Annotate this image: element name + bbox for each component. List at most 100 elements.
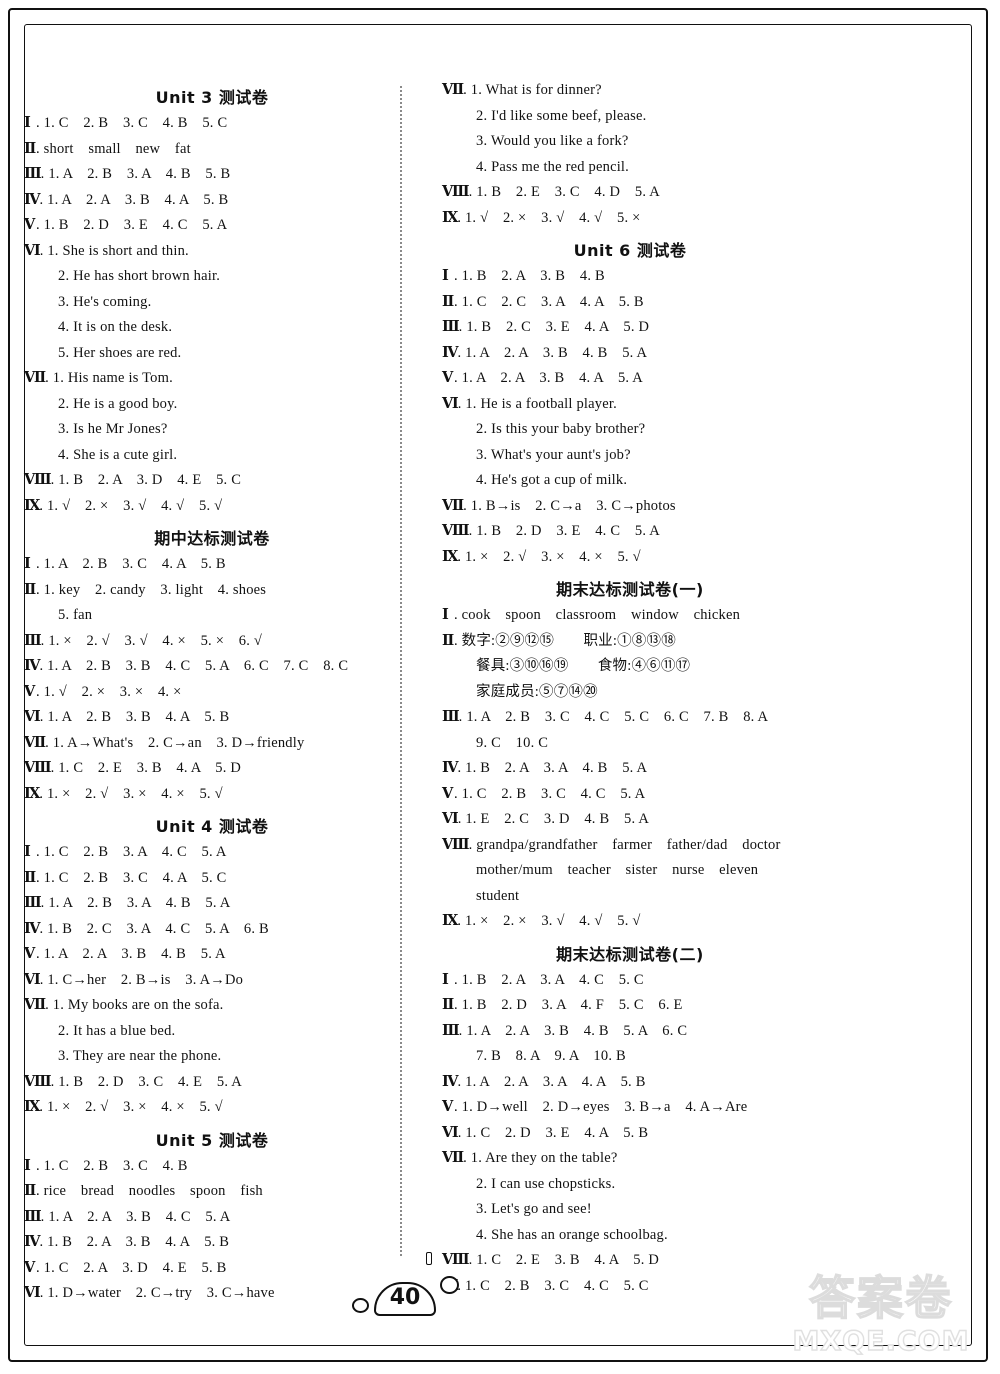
answer-line: Ⅱ. 1. C 2. B 3. C 4. A 5. C bbox=[24, 866, 400, 892]
answer-line-continued: 3. Let's go and see! bbox=[442, 1197, 818, 1223]
answer-line-continued: 2. It has a blue bed. bbox=[24, 1019, 400, 1045]
answer-text: 2. It has a blue bed. bbox=[58, 1022, 176, 1039]
section-roman-numeral: Ⅴ bbox=[442, 785, 453, 802]
answer-line: Ⅵ. 1. He is a football player. bbox=[442, 392, 818, 418]
roman-dot: . bbox=[458, 709, 463, 725]
answer-text: 3. What's your aunt's job? bbox=[476, 446, 631, 463]
roman-dot: . bbox=[454, 293, 458, 310]
section-roman-numeral: Ⅸ bbox=[24, 497, 40, 514]
answer-text: 2. I can use chopsticks. bbox=[476, 1175, 616, 1192]
section-roman-numeral: Ⅶ bbox=[24, 370, 46, 386]
roman-dot: . bbox=[50, 472, 55, 488]
answer-text: 1. His name is Tom. bbox=[52, 370, 173, 386]
watermark-url-text: MXQE.COM bbox=[792, 1325, 970, 1357]
section-roman-numeral: Ⅰ bbox=[442, 971, 449, 988]
section-roman-numeral: Ⅴ bbox=[442, 1099, 453, 1115]
section-roman-numeral: Ⅳ bbox=[24, 658, 41, 674]
answer-text: student bbox=[476, 887, 520, 904]
roman-dot: . bbox=[468, 1252, 473, 1268]
roman-dot: . bbox=[454, 632, 458, 649]
answer-text: 1. B 2. E 3. C 4. D 5. A bbox=[476, 184, 660, 200]
answer-text: 3. They are near the phone. bbox=[58, 1048, 222, 1064]
section-roman-numeral: Ⅶ bbox=[442, 1150, 464, 1166]
answer-line-continued: 4. Pass me the red pencil. bbox=[442, 155, 818, 181]
answer-text: 1. C→her 2. B→is 3. A→Do bbox=[47, 971, 244, 988]
roman-dot: . bbox=[454, 1099, 458, 1115]
roman-dot: . bbox=[39, 709, 44, 725]
answer-text: 4. Pass me the red pencil. bbox=[476, 158, 629, 175]
answer-text: 1. B 2. A 3. A 4. B 5. A bbox=[465, 760, 648, 776]
section-roman-numeral: Ⅲ bbox=[442, 1022, 460, 1039]
answer-line: Ⅰ. 1. C 2. B 3. C 4. B bbox=[24, 1154, 400, 1180]
answer-text: 1. A 2. B 3. C 4. A 5. B bbox=[43, 556, 226, 572]
section-roman-numeral: Ⅷ bbox=[442, 184, 470, 200]
page-number-badge: 40 bbox=[352, 1252, 459, 1316]
section-roman-numeral: Ⅰ bbox=[24, 115, 31, 131]
section-roman-numeral: Ⅵ bbox=[24, 242, 41, 259]
roman-dot: . bbox=[40, 166, 45, 182]
roman-dot: . bbox=[36, 140, 40, 157]
answer-line: Ⅶ. 1. B→is 2. C→a 3. C→photos bbox=[442, 494, 818, 520]
answer-text: 5. Her shoes are red. bbox=[58, 344, 182, 361]
section-roman-numeral: Ⅳ bbox=[24, 1234, 41, 1250]
section-roman-numeral: Ⅷ bbox=[442, 523, 470, 539]
roman-dot: . bbox=[457, 1124, 462, 1141]
section-roman-numeral: Ⅱ bbox=[24, 869, 36, 886]
answer-text: 3. Let's go and see! bbox=[476, 1201, 592, 1217]
answer-line: Ⅵ. 1. C 2. D 3. E 4. A 5. B bbox=[442, 1121, 818, 1147]
answer-line: Ⅱ. 1. key 2. candy 3. light 4. shoes bbox=[24, 578, 400, 604]
answer-text: 1. × 2. √ 3. √ 4. × 5. × 6. √ bbox=[48, 632, 263, 649]
answer-text: 1. A 2. B 3. A 4. B 5. A bbox=[48, 895, 231, 911]
roman-dot: . bbox=[45, 370, 49, 386]
roman-dot: . bbox=[457, 760, 462, 776]
answer-text: 1. She is short and thin. bbox=[47, 242, 189, 259]
answer-text: 1. B 2. D 3. A 4. F 5. C 6. E bbox=[461, 997, 683, 1013]
section-roman-numeral: Ⅳ bbox=[24, 920, 41, 937]
answer-line-continued: 2. He is a good boy. bbox=[24, 392, 400, 418]
answer-line: Ⅶ. 1. A→What's 2. C→an 3. D→friendly bbox=[24, 731, 400, 757]
section-roman-numeral: Ⅸ bbox=[442, 548, 458, 565]
watermark: 答案卷 MXQE.COM bbox=[776, 1262, 986, 1367]
answer-line: Ⅱ. 1. B 2. D 3. A 4. F 5. C 6. E bbox=[442, 993, 818, 1019]
roman-dot: . bbox=[454, 268, 458, 284]
answer-line: Ⅵ. 1. She is short and thin. bbox=[24, 239, 400, 265]
roman-dot: . bbox=[39, 1234, 44, 1250]
answer-text: 1. √ 2. × 3. × 4. × bbox=[43, 683, 182, 700]
answer-line: Ⅸ. 1. √ 2. × 3. √ 4. √ 5. √ bbox=[24, 494, 400, 520]
answer-text: 1. A→What's 2. C→an 3. D→friendly bbox=[52, 734, 305, 751]
answer-line: Ⅸ. 1. √ 2. × 3. √ 4. √ 5. × bbox=[442, 206, 818, 232]
answer-text: 1. E 2. C 3. D 4. B 5. A bbox=[465, 811, 649, 827]
answer-text: 4. She is a cute girl. bbox=[58, 446, 178, 463]
section-roman-numeral: Ⅷ bbox=[442, 836, 470, 853]
answer-line-continued: 家庭成员:⑤⑦⑭⑳ bbox=[442, 680, 818, 706]
answer-line: Ⅲ. 1. A 2. B 3. C 4. C 5. C 6. C 7. B 8.… bbox=[442, 705, 818, 731]
answer-line: Ⅲ. 1. A 2. A 3. B 4. B 5. A 6. C bbox=[442, 1019, 818, 1045]
decorative-bubble-small-left bbox=[352, 1298, 369, 1313]
roman-dot: . bbox=[39, 920, 44, 937]
roman-dot: . bbox=[36, 946, 40, 962]
answer-text: 1. C 2. B 3. C 4. A 5. C bbox=[43, 869, 227, 886]
answer-text: 1. What is for dinner? bbox=[470, 82, 602, 98]
answer-text: 1. B 2. A 3. A 4. C 5. C bbox=[461, 971, 644, 988]
answer-text: 3. Would you like a fork? bbox=[476, 133, 629, 149]
answer-text: 1. A 2. A 3. B 4. B 5. A 6. C bbox=[466, 1022, 688, 1039]
roman-dot: . bbox=[39, 242, 44, 259]
answer-text: 1. D→well 2. D→eyes 3. B→a 4. A→Are bbox=[461, 1099, 748, 1115]
answer-text: 1. B 2. C 3. A 4. C 5. A 6. B bbox=[47, 920, 269, 937]
section-roman-numeral: Ⅵ bbox=[442, 395, 459, 412]
answer-text: 4. He's got a cup of milk. bbox=[476, 472, 628, 488]
answer-text: 1. × 2. × 3. √ 4. √ 5. √ bbox=[464, 913, 641, 929]
answer-line: Ⅵ. 1. E 2. C 3. D 4. B 5. A bbox=[442, 807, 818, 833]
roman-dot: . bbox=[36, 1157, 40, 1174]
section-roman-numeral: Ⅸ bbox=[24, 1099, 40, 1115]
section-roman-numeral: Ⅵ bbox=[24, 971, 41, 988]
answer-line: Ⅱ. 数字:②⑨⑫⑮ 职业:①⑧⑬⑱ bbox=[442, 629, 818, 655]
roman-dot: . bbox=[454, 971, 458, 988]
answer-line: Ⅸ. 1. × 2. × 3. √ 4. √ 5. √ bbox=[442, 909, 818, 935]
section-roman-numeral: Ⅲ bbox=[442, 319, 460, 335]
answer-text: 1. B 2. D 3. E 4. C 5. A bbox=[476, 523, 660, 539]
answer-text: 2. He has short brown hair. bbox=[58, 268, 221, 284]
answer-text: 1. C 2. D 3. E 4. A 5. B bbox=[465, 1124, 649, 1141]
roman-dot: . bbox=[454, 997, 458, 1013]
answer-text: 1. B 2. D 3. C 4. E 5. A bbox=[58, 1073, 242, 1090]
